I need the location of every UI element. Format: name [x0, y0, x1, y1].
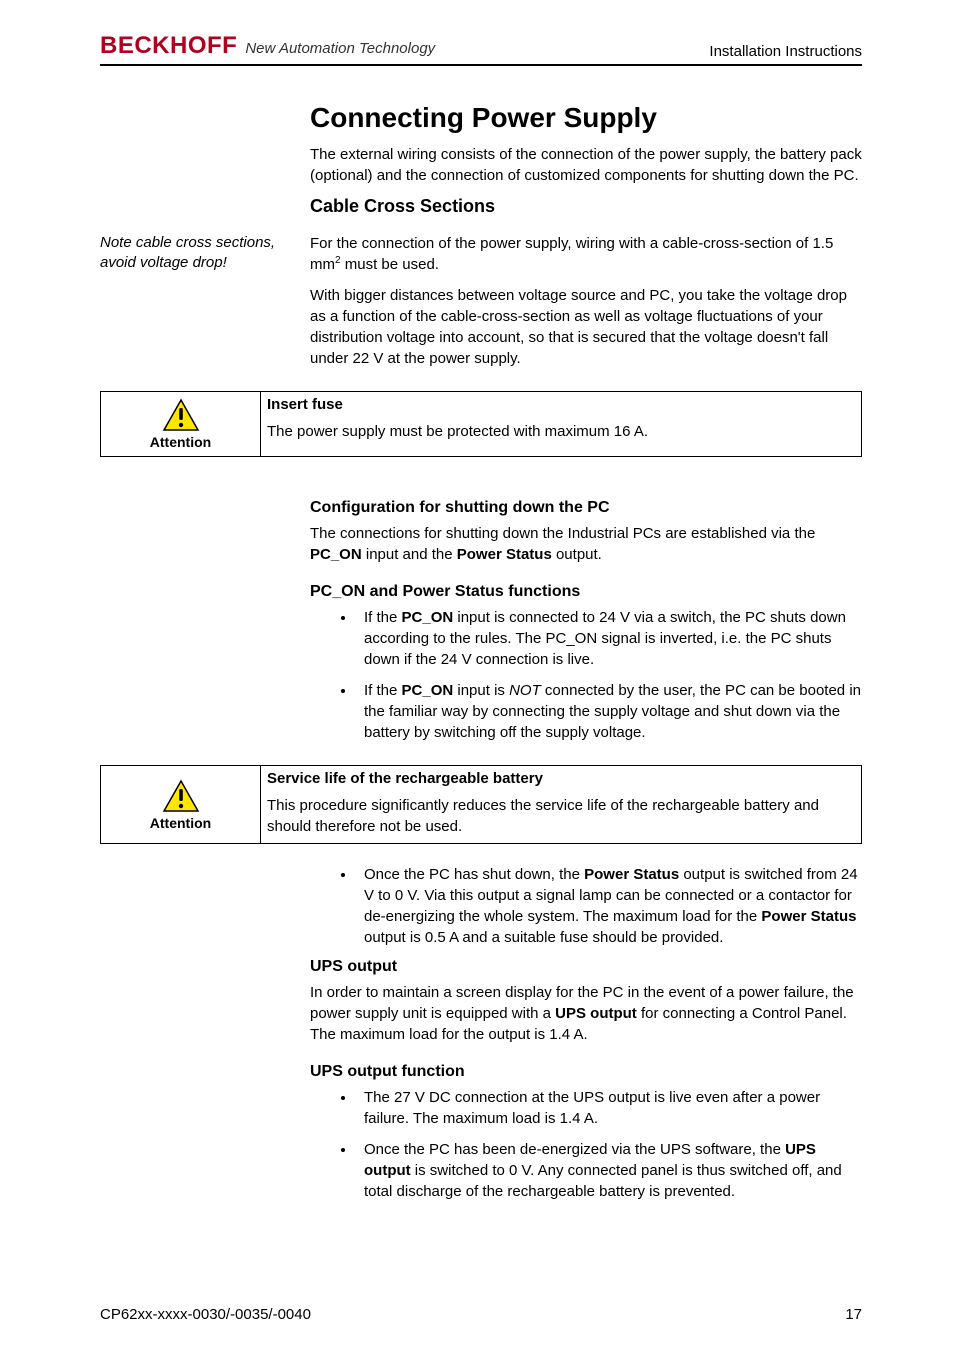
- text: input is: [453, 682, 509, 699]
- logo-tagline: New Automation Technology: [245, 40, 435, 57]
- text-bold: PC_ON: [402, 609, 454, 626]
- ups-output-paragraph: In order to maintain a screen display fo…: [310, 982, 862, 1045]
- attention-title-battery: Service life of the rechargeable battery: [267, 770, 853, 787]
- text: is switched to 0 V. Any connected panel …: [364, 1162, 842, 1200]
- attention-box-insert-fuse: Attention Insert fuse The power supply m…: [100, 391, 862, 457]
- header-section-label: Installation Instructions: [709, 43, 862, 60]
- attention-icon: [162, 398, 200, 432]
- attention-box-battery-life: Attention Service life of the rechargeab…: [100, 765, 862, 844]
- logo-block: BECKHOFF New Automation Technology: [100, 32, 435, 60]
- attention-icon-column: Attention: [101, 766, 261, 843]
- list-item: The 27 V DC connection at the UPS output…: [356, 1087, 862, 1129]
- cable-cross-p2: With bigger distances between voltage so…: [310, 285, 862, 369]
- config-paragraph: The connections for shutting down the In…: [310, 523, 862, 565]
- attention-label: Attention: [150, 815, 211, 831]
- cable-cross-p1-b: must be used.: [341, 256, 439, 273]
- pc-on-bullet-list: If the PC_ON input is connected to 24 V …: [310, 607, 862, 743]
- list-item: If the PC_ON input is connected to 24 V …: [356, 607, 862, 670]
- list-item: Once the PC has been de-energized via th…: [356, 1139, 862, 1202]
- text-bold: UPS output: [555, 1005, 637, 1022]
- footer-doc-id: CP62xx-xxxx-0030/-0035/-0040: [100, 1306, 311, 1323]
- attention-label: Attention: [150, 434, 211, 450]
- text-bold: PC_ON: [402, 682, 454, 699]
- intro-paragraph: The external wiring consists of the conn…: [310, 144, 862, 186]
- text: If the: [364, 609, 402, 626]
- text: Once the PC has shut down, the: [364, 866, 584, 883]
- ups-function-bullet-list: The 27 V DC connection at the UPS output…: [310, 1087, 862, 1202]
- cable-cross-sections-heading: Cable Cross Sections: [310, 196, 862, 217]
- text-bold: Power Status: [584, 866, 679, 883]
- text-bold: Power Status: [761, 908, 856, 925]
- attention-title-fuse: Insert fuse: [267, 396, 853, 413]
- page-title: Connecting Power Supply: [310, 102, 862, 134]
- text-bold: PC_ON: [310, 546, 362, 563]
- attention-text-column: Service life of the rechargeable battery…: [261, 766, 861, 843]
- text-bold: Power Status: [457, 546, 552, 563]
- ups-output-heading: UPS output: [310, 958, 862, 976]
- attention-text-column: Insert fuse The power supply must be pro…: [261, 392, 861, 456]
- power-status-bullet-list: Once the PC has shut down, the Power Sta…: [310, 864, 862, 948]
- attention-body-battery: This procedure significantly reduces the…: [267, 795, 853, 837]
- text: output.: [552, 546, 602, 563]
- text: output is 0.5 A and a suitable fuse shou…: [364, 929, 723, 946]
- list-item: Once the PC has shut down, the Power Sta…: [356, 864, 862, 948]
- attention-icon-column: Attention: [101, 392, 261, 456]
- ups-output-function-heading: UPS output function: [310, 1063, 862, 1081]
- text: input and the: [362, 546, 457, 563]
- text-italic: NOT: [509, 682, 541, 699]
- attention-body-fuse: The power supply must be protected with …: [267, 421, 853, 442]
- logo-text: BECKHOFF: [100, 32, 237, 60]
- config-heading: Configuration for shutting down the PC: [310, 499, 862, 517]
- text: If the: [364, 682, 402, 699]
- text: Once the PC has been de-energized via th…: [364, 1141, 785, 1158]
- attention-icon: [162, 779, 200, 813]
- list-item: If the PC_ON input is NOT connected by t…: [356, 680, 862, 743]
- pc-on-heading: PC_ON and Power Status functions: [310, 583, 862, 601]
- margin-note-cable-cross: Note cable cross sections, avoid voltage…: [100, 233, 300, 274]
- cable-cross-p1: For the connection of the power supply, …: [310, 233, 862, 275]
- page-footer: CP62xx-xxxx-0030/-0035/-0040 17: [100, 1306, 862, 1323]
- footer-page-number: 17: [845, 1306, 862, 1323]
- text: The connections for shutting down the In…: [310, 525, 815, 542]
- page-header: BECKHOFF New Automation Technology Insta…: [100, 32, 862, 66]
